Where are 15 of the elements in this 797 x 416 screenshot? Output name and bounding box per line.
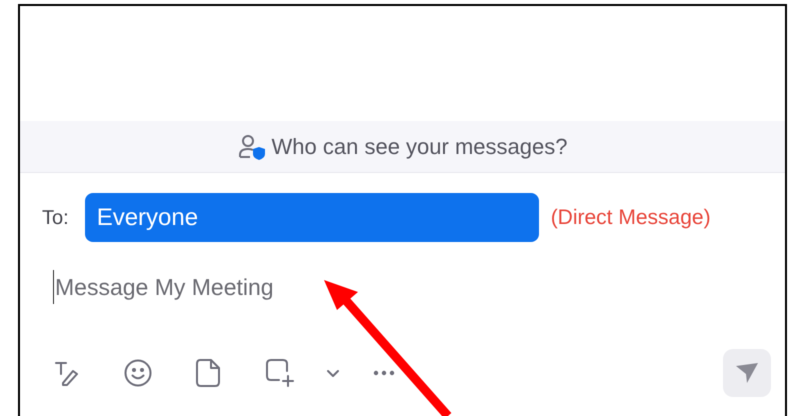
send-button[interactable] bbox=[723, 349, 771, 397]
more-icon[interactable] bbox=[373, 370, 395, 376]
direct-message-note: (Direct Message) bbox=[550, 204, 711, 231]
user-shield-icon bbox=[238, 132, 268, 160]
message-field[interactable]: Message My Meeting bbox=[53, 270, 453, 304]
to-label: To: bbox=[42, 206, 69, 230]
privacy-banner[interactable]: Who can see your messages? bbox=[20, 121, 785, 173]
screenshot-icon[interactable] bbox=[265, 358, 295, 388]
privacy-banner-text: Who can see your messages? bbox=[272, 133, 568, 161]
file-icon[interactable] bbox=[196, 359, 220, 387]
send-icon bbox=[735, 362, 759, 384]
emoji-icon[interactable] bbox=[124, 359, 152, 387]
recipient-dropdown[interactable]: Everyone bbox=[84, 193, 539, 242]
chevron-down-icon[interactable] bbox=[326, 368, 340, 378]
format-icon[interactable] bbox=[54, 360, 80, 386]
